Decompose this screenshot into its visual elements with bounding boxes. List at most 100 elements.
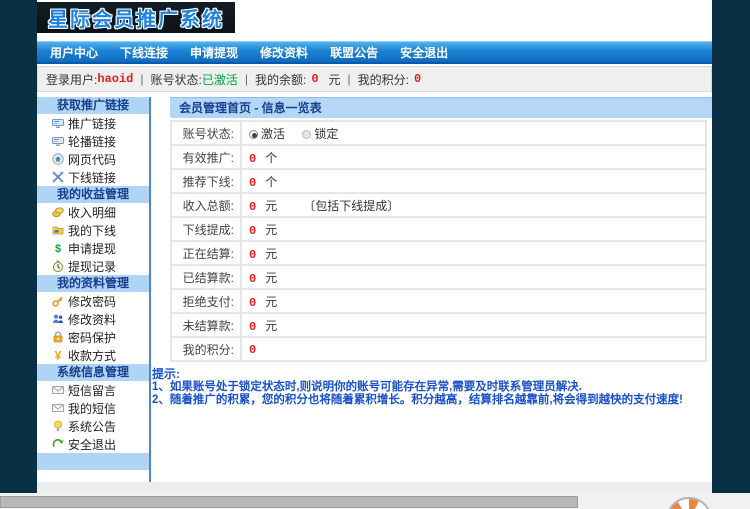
sidebar-item-sms-message[interactable]: 短信留言 xyxy=(37,381,149,399)
app-title: 星际会员推广系统 xyxy=(48,9,224,31)
row-unit: 元 xyxy=(265,318,278,333)
coins-icon xyxy=(52,206,64,218)
sidebar-item-label: 轮播链接 xyxy=(68,134,117,149)
mail-icon xyxy=(52,384,64,396)
sidebar-item-carousel-link[interactable]: 轮播链接 xyxy=(37,132,149,150)
sidebar-item-label: 收款方式 xyxy=(68,348,117,363)
key-icon xyxy=(52,295,64,307)
sidebar-item-label: 系统公告 xyxy=(68,419,117,434)
table-row-settling: 正在结算: 0元 xyxy=(170,240,707,266)
radio-active[interactable]: 激活 xyxy=(249,127,285,141)
row-unit: 元 xyxy=(265,270,278,285)
row-value: 0元 xyxy=(240,216,707,242)
row-note: 〔包括下线提成〕 xyxy=(303,198,400,213)
page-title: 会员管理首页 - 信息一览表 xyxy=(170,97,712,118)
sidebar-item-label: 网页代码 xyxy=(68,152,117,167)
row-unit: 个 xyxy=(265,174,278,189)
sidebar-section-system: 系统信息管理 xyxy=(37,364,149,381)
row-value: 0元 xyxy=(240,288,707,314)
lock-icon xyxy=(52,331,64,343)
logout-icon xyxy=(52,438,64,450)
nav-item-logout[interactable]: 安全退出 xyxy=(400,44,448,61)
row-number: 0 xyxy=(249,319,257,334)
sidebar-item-income-detail[interactable]: 收入明细 xyxy=(37,203,149,221)
nav-item-downline-links[interactable]: 下线连接 xyxy=(120,44,168,61)
row-value: 0 xyxy=(240,336,707,362)
top-nav: 用户中心 下线连接 申请提现 修改资料 联盟公告 安全退出 xyxy=(37,41,712,64)
sidebar-section-promo-links: 获取推广链接 xyxy=(37,97,149,114)
radio-active-label: 激活 xyxy=(261,126,286,141)
nav-item-user-center[interactable]: 用户中心 xyxy=(50,44,98,61)
balance-value: 0 xyxy=(311,72,319,86)
row-label: 我的积分: xyxy=(170,336,242,362)
sidebar-item-my-sms[interactable]: 我的短信 xyxy=(37,399,149,417)
nav-item-announcements[interactable]: 联盟公告 xyxy=(330,44,378,61)
row-label: 推荐下线: xyxy=(170,168,242,194)
sidebar-item-logout[interactable]: 安全退出 xyxy=(37,435,149,453)
sidebar-item-label: 我的短信 xyxy=(68,401,117,416)
row-label: 下线提成: xyxy=(170,216,242,242)
yen-icon: ¥ xyxy=(52,349,64,361)
nav-item-edit-profile[interactable]: 修改资料 xyxy=(260,44,308,61)
row-label: 正在结算: xyxy=(170,240,242,266)
clock-icon xyxy=(52,260,64,272)
row-value: 0 元 〔包括下线提成〕 xyxy=(240,192,707,218)
dollar-icon: $ xyxy=(52,242,64,254)
sidebar-item-web-code[interactable]: 网页代码 xyxy=(37,150,149,168)
row-label: 拒绝支付: xyxy=(170,288,242,314)
sidebar-item-edit-profile[interactable]: 修改资料 xyxy=(37,310,149,328)
sidebar-item-promo-link[interactable]: 推广链接 xyxy=(37,114,149,132)
folder-icon xyxy=(52,224,64,236)
table-row-unsettled: 未结算款: 0元 xyxy=(170,312,707,338)
table-row-total-income: 收入总额: 0 元 〔包括下线提成〕 xyxy=(170,192,707,218)
radio-locked[interactable]: 锁定 xyxy=(302,127,338,141)
separator: | xyxy=(140,72,144,86)
horizontal-scrollbar-thumb[interactable] xyxy=(0,496,578,508)
sidebar-empty-band xyxy=(37,453,149,470)
row-number: 0 xyxy=(249,247,257,262)
row-label: 收入总额: xyxy=(170,192,242,218)
sidebar-item-change-password[interactable]: 修改密码 xyxy=(37,292,149,310)
sidebar-item-payment-method[interactable]: ¥ 收款方式 xyxy=(37,346,149,364)
link-card-icon xyxy=(52,135,64,147)
row-value: 0个 xyxy=(240,144,707,170)
sidebar-item-password-protect[interactable]: 密码保护 xyxy=(37,328,149,346)
sidebar-item-apply-withdraw[interactable]: $ 申请提现 xyxy=(37,239,149,257)
nav-item-withdraw[interactable]: 申请提现 xyxy=(190,44,238,61)
row-label: 已结算款: xyxy=(170,264,242,290)
row-value: 0元 xyxy=(240,264,707,290)
row-number: 0 xyxy=(249,295,257,310)
sidebar: 获取推广链接 推广链接 轮播链接 网页代码 下线链接 我的收益管理 收入明细 我… xyxy=(37,97,151,482)
mail-icon xyxy=(52,402,64,414)
sidebar-item-system-notice[interactable]: 系统公告 xyxy=(37,417,149,435)
account-status-value: 已激活 xyxy=(201,72,238,87)
row-value: 0元 xyxy=(240,240,707,266)
users-icon xyxy=(52,313,64,325)
table-row-valid-promos: 有效推广: 0个 xyxy=(170,144,707,170)
tips-line-2: 2、随着推广的积累，您的积分也将随着累积增长。积分越高，结算排名越靠前,将会得到… xyxy=(152,394,683,406)
info-table: 账号状态: 激活 锁定 有效推广: 0个 推荐下线: 0个 收入总额: 0 元〔包… xyxy=(170,120,707,362)
row-value: 激活 锁定 xyxy=(240,120,707,146)
row-number: 0 xyxy=(249,175,257,190)
sidebar-item-my-downline[interactable]: 我的下线 xyxy=(37,221,149,239)
sidebar-section-profile: 我的资料管理 xyxy=(37,275,149,292)
row-unit: 个 xyxy=(265,150,278,165)
sidebar-item-label: 修改资料 xyxy=(68,312,117,327)
bulb-icon xyxy=(52,420,64,432)
row-number: 0 xyxy=(249,199,257,214)
row-value: 0个 xyxy=(240,168,707,194)
status-bar: 登录用户: haoid | 账号状态: 已激活 | 我的余额: 0 元 | 我的… xyxy=(37,66,712,92)
sidebar-item-label: 推广链接 xyxy=(68,116,117,131)
sidebar-item-downline-link[interactable]: 下线链接 xyxy=(37,168,149,186)
row-unit: 元 xyxy=(265,246,278,261)
login-user-label: 登录用户: xyxy=(46,72,98,87)
radio-locked-circle[interactable] xyxy=(302,129,312,139)
row-number: 0 xyxy=(249,271,257,286)
table-row-downline-commission: 下线提成: 0元 xyxy=(170,216,707,242)
sidebar-item-label: 申请提现 xyxy=(68,241,117,256)
sidebar-item-withdraw-history[interactable]: 提现记录 xyxy=(37,257,149,275)
page-footer xyxy=(37,482,712,493)
globe-icon xyxy=(52,153,64,165)
login-user-value: haoid xyxy=(97,72,134,86)
radio-active-circle[interactable] xyxy=(249,129,258,139)
